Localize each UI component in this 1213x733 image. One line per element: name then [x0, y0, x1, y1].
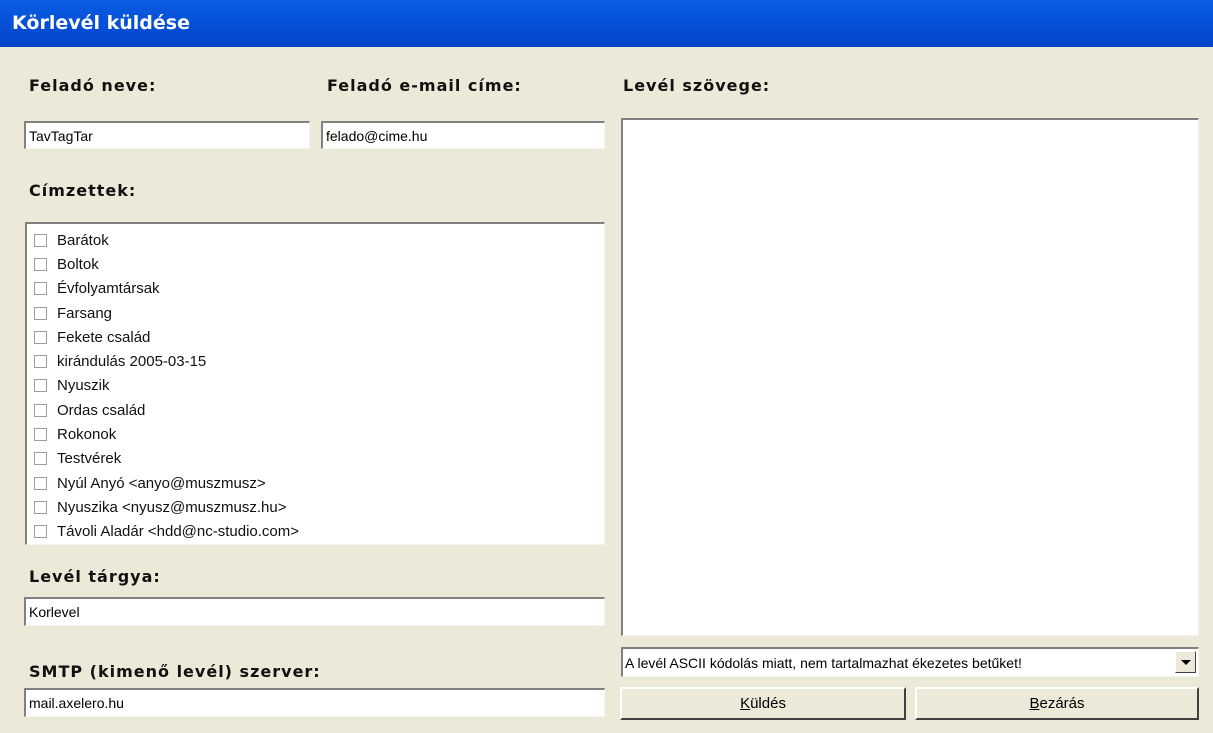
recipient-item[interactable]: Nyúl Anyó <anyo@muszmusz>: [34, 471, 604, 495]
recipients-label: Címzettek:: [29, 181, 137, 200]
recipient-item[interactable]: Nyuszika <nyusz@muszmusz.hu>: [34, 495, 604, 519]
recipient-item[interactable]: Fekete család: [34, 325, 604, 349]
recipient-item[interactable]: Nyuszik: [34, 374, 604, 398]
encoding-selected-text: A levél ASCII kódolás miatt, nem tartalm…: [625, 654, 1022, 671]
close-button[interactable]: Bezárás: [915, 687, 1199, 720]
encoding-select[interactable]: A levél ASCII kódolás miatt, nem tartalm…: [621, 647, 1199, 677]
recipient-label: Testvérek: [57, 450, 122, 468]
recipient-label: Távoli Aladár <hdd@nc-studio.com>: [57, 523, 300, 541]
sender-email-input[interactable]: felado@cime.hu: [321, 121, 605, 149]
recipient-item[interactable]: Távoli Aladár <hdd@nc-studio.com>: [34, 520, 604, 544]
recipient-label: Farsang: [57, 304, 113, 322]
title-bar: Körlevél küldése: [0, 0, 1213, 47]
send-hotkey: K: [740, 695, 751, 712]
checkbox[interactable]: [34, 330, 47, 344]
close-hotkey: B: [1029, 695, 1040, 712]
recipient-item[interactable]: Barátok: [34, 228, 604, 252]
checkbox[interactable]: [34, 452, 47, 466]
checkbox[interactable]: [34, 306, 47, 320]
dropdown-button[interactable]: [1175, 651, 1196, 673]
chevron-down-icon: [1180, 659, 1191, 665]
close-label-rest: ezárás: [1039, 695, 1085, 712]
recipient-item[interactable]: Farsang: [34, 301, 604, 325]
checkbox[interactable]: [34, 428, 47, 442]
checkbox[interactable]: [34, 403, 47, 417]
recipient-label: Boltok: [57, 255, 99, 273]
subject-input[interactable]: Korlevel: [24, 597, 605, 626]
recipient-label: kirándulás 2005-03-15: [57, 353, 207, 371]
send-button[interactable]: Küldés: [620, 687, 906, 720]
checkbox[interactable]: [34, 525, 47, 539]
recipient-label: Nyuszika <nyusz@muszmusz.hu>: [57, 498, 287, 516]
checkbox[interactable]: [34, 500, 47, 514]
checkbox[interactable]: [34, 355, 47, 369]
sender-name-label: Feladó neve:: [29, 76, 157, 95]
send-label-rest: üldés: [750, 695, 786, 712]
recipient-item[interactable]: Boltok: [34, 252, 604, 276]
body-label: Levél szövege:: [623, 76, 771, 95]
recipient-label: Nyuszik: [57, 377, 110, 395]
recipient-label: Nyúl Anyó <anyo@muszmusz>: [57, 474, 266, 492]
checkbox[interactable]: [34, 282, 47, 296]
subject-label: Levél tárgya:: [29, 567, 161, 586]
sender-email-label: Feladó e-mail címe:: [327, 76, 522, 95]
sender-name-input[interactable]: TavTagTar: [24, 121, 310, 149]
checkbox[interactable]: [34, 233, 47, 247]
recipient-item[interactable]: Évfolyamtársak: [34, 277, 604, 301]
checkbox[interactable]: [34, 379, 47, 393]
recipient-label: Fekete család: [57, 328, 151, 346]
recipients-checklist[interactable]: Barátok Boltok Évfolyamtársak Farsang Fekete…: [25, 222, 605, 545]
recipient-item[interactable]: Testvérek: [34, 447, 604, 471]
recipient-item[interactable]: Rokonok: [34, 422, 604, 446]
checkbox[interactable]: [34, 476, 47, 490]
body-textarea[interactable]: [621, 118, 1199, 636]
smtp-label: SMTP (kimenő levél) szerver:: [29, 662, 321, 681]
smtp-server-input[interactable]: mail.axelero.hu: [24, 688, 605, 717]
window-title: Körlevél küldése: [12, 12, 190, 34]
recipient-label: Rokonok: [57, 426, 117, 444]
checkbox[interactable]: [34, 257, 47, 271]
recipient-label: Évfolyamtársak: [57, 280, 160, 298]
recipient-item[interactable]: kirándulás 2005-03-15: [34, 349, 604, 373]
recipient-label: Barátok: [57, 231, 109, 249]
recipient-item[interactable]: Ordas család: [34, 398, 604, 422]
recipient-label: Ordas család: [57, 401, 146, 419]
